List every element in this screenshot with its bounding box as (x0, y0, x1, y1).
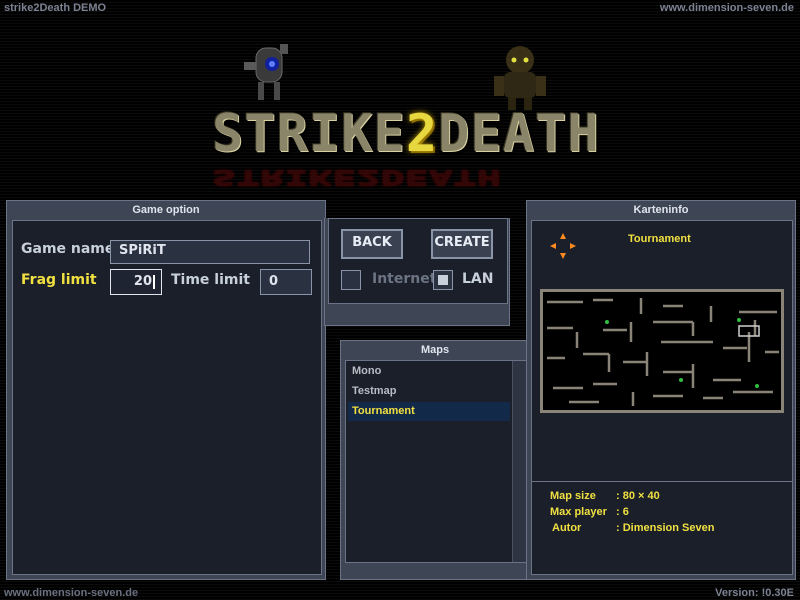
logo-text: STRIKE2DEATH (212, 104, 600, 164)
max-player-row: Max player: 6 (550, 506, 629, 518)
bottom-url: www.dimension-seven.de (4, 587, 139, 599)
actions-body: BACK CREATE Internet LAN (328, 218, 508, 304)
top-url: www.dimension-seven.de (659, 2, 794, 14)
autor-row: Autor: Dimension Seven (552, 522, 715, 534)
actions-panel: BACK CREATE Internet LAN (324, 218, 510, 326)
map-size-row: Map size: 80 × 40 (550, 490, 660, 502)
monster-icon (494, 46, 546, 110)
map-info-body: Tournament Map size: 80 × 40 Max player… (531, 220, 793, 575)
map-item-tournament[interactable]: Tournament (348, 402, 510, 421)
lan-label: LAN (462, 271, 494, 287)
game-name-label: Game name (21, 241, 115, 257)
game-name-input[interactable]: SPiRiT (110, 240, 310, 264)
create-button[interactable]: CREATE (431, 229, 493, 259)
map-name: Tournament (628, 233, 691, 245)
version-label: Version: !0.30E (715, 587, 794, 599)
frag-limit-input[interactable]: 20 (110, 269, 162, 295)
map-preview (540, 289, 784, 413)
game-screen: strike2Death DEMO www.dimension-seven.de… (0, 0, 800, 600)
map-info-header: Karteninfo (633, 204, 689, 216)
lan-checkbox[interactable] (433, 270, 453, 290)
frag-limit-label: Frag limit (21, 272, 97, 288)
map-preview-image (547, 298, 779, 406)
internet-label: Internet (372, 271, 437, 287)
logo-reflection: STRIKE2DEATH (212, 165, 502, 189)
maps-header: Maps (420, 344, 450, 356)
crosshair-icon (550, 233, 576, 259)
internet-checkbox[interactable] (341, 270, 361, 290)
game-logo: STRIKE2DEATH STRIKE2DEATH (190, 30, 610, 190)
map-item-mono[interactable]: Mono (348, 362, 510, 381)
map-info-panel: Karteninfo Tournament Map size: 80 × 40… (526, 200, 796, 580)
back-button[interactable]: BACK (341, 229, 403, 259)
game-option-header: Game option (132, 204, 200, 216)
game-option-panel: Game option Game name SPiRiT Frag limit … (6, 200, 326, 580)
map-item-testmap[interactable]: Testmap (348, 382, 510, 401)
time-limit-input[interactable]: 0 (260, 269, 312, 295)
maps-panel: Maps Mono Testmap Tournament (340, 340, 530, 580)
window-title: strike2Death DEMO (4, 2, 107, 14)
game-option-body: Game name SPiRiT Frag limit 20 Time limi… (12, 220, 322, 575)
maps-list: Mono Testmap Tournament (345, 360, 527, 563)
maps-scrollbar[interactable] (512, 361, 526, 562)
map-stats: Map size: 80 × 40 Max player: 6 Autor: D… (532, 481, 792, 576)
robot-icon (244, 44, 288, 100)
time-limit-label: Time limit (171, 272, 250, 288)
